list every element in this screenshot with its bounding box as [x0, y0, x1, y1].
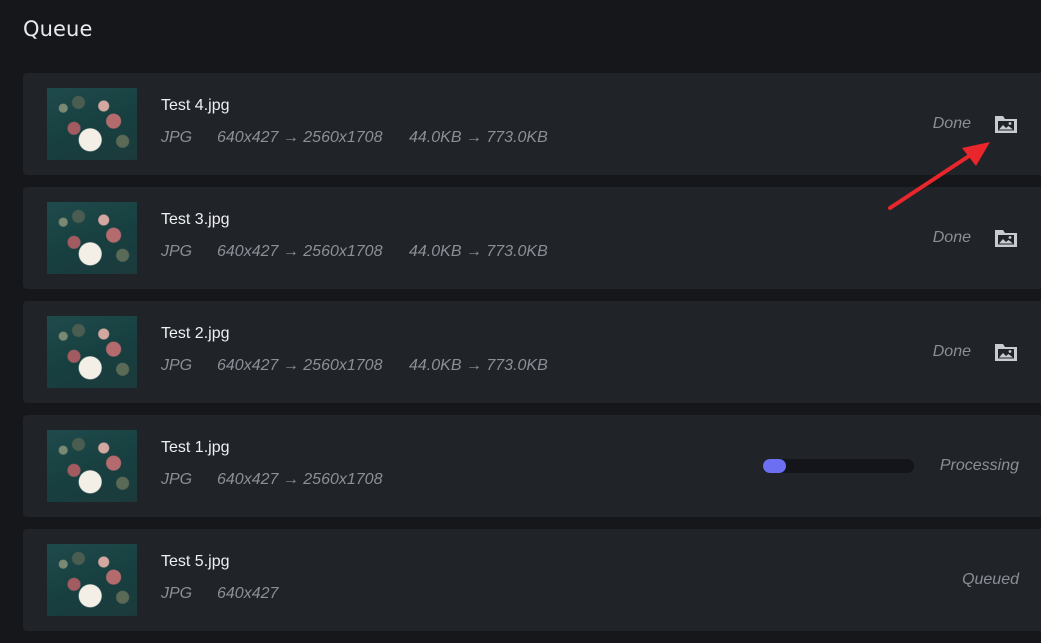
status-text: Done: [932, 229, 971, 246]
file-format: JPG: [161, 585, 193, 602]
file-name: Test 1.jpg: [161, 439, 230, 456]
file-dimensions: 640x427: [217, 585, 279, 602]
status-text: Done: [932, 343, 971, 360]
file-format: JPG: [161, 357, 193, 374]
queue-item: Test 2.jpg JPG 640x427 → 2560x1708 44.0KB …: [23, 301, 1041, 403]
open-folder-button[interactable]: [993, 112, 1019, 136]
progress-bar-fill: [763, 459, 786, 473]
file-meta: JPG 640x427: [161, 585, 409, 603]
file-meta: JPG 640x427 → 2560x1708 44.0KB → 773.0KB: [161, 243, 548, 261]
page-title: Queue: [23, 17, 93, 41]
image-thumbnail: [47, 430, 137, 502]
file-meta: JPG 640x427 → 2560x1708 44.0KB → 773.0KB: [161, 357, 548, 375]
open-folder-button[interactable]: [993, 226, 1019, 250]
file-meta: JPG 640x427 → 2560x1708: [161, 471, 409, 489]
file-size: 44.0KB → 773.0KB: [409, 129, 548, 146]
progress-bar: [763, 459, 914, 473]
queue-item: Test 4.jpg JPG 640x427 → 2560x1708 44.0KB …: [23, 73, 1041, 175]
file-format: JPG: [161, 471, 193, 488]
image-thumbnail: [47, 544, 137, 616]
image-thumbnail: [47, 88, 137, 160]
file-format: JPG: [161, 243, 193, 260]
file-name: Test 4.jpg: [161, 97, 230, 114]
file-dimensions: 640x427 → 2560x1708: [217, 357, 383, 374]
file-dimensions: 640x427 → 2560x1708: [217, 471, 383, 488]
file-dimensions: 640x427 → 2560x1708: [217, 243, 383, 260]
folder-image-icon: [995, 116, 1017, 133]
queue-item: Test 3.jpg JPG 640x427 → 2560x1708 44.0KB …: [23, 187, 1041, 289]
open-folder-button[interactable]: [993, 340, 1019, 364]
image-thumbnail: [47, 202, 137, 274]
folder-image-icon: [995, 230, 1017, 247]
status-text: Processing: [939, 457, 1019, 474]
status-text: Done: [932, 115, 971, 132]
file-name: Test 5.jpg: [161, 553, 230, 570]
folder-image-icon: [995, 344, 1017, 361]
image-thumbnail: [47, 316, 137, 388]
queue-list: Test 4.jpg JPG 640x427 → 2560x1708 44.0KB …: [23, 73, 1041, 643]
file-meta: JPG 640x427 → 2560x1708 44.0KB → 773.0KB: [161, 129, 548, 147]
file-size: 44.0KB → 773.0KB: [409, 357, 548, 374]
file-name: Test 3.jpg: [161, 211, 230, 228]
file-dimensions: 640x427 → 2560x1708: [217, 129, 383, 146]
queue-item: Test 5.jpg JPG 640x427 Queued: [23, 529, 1041, 631]
status-text: Queued: [962, 571, 1019, 588]
file-size: 44.0KB → 773.0KB: [409, 243, 548, 260]
file-name: Test 2.jpg: [161, 325, 230, 342]
queue-item: Test 1.jpg JPG 640x427 → 2560x1708 Proces…: [23, 415, 1041, 517]
file-format: JPG: [161, 129, 193, 146]
